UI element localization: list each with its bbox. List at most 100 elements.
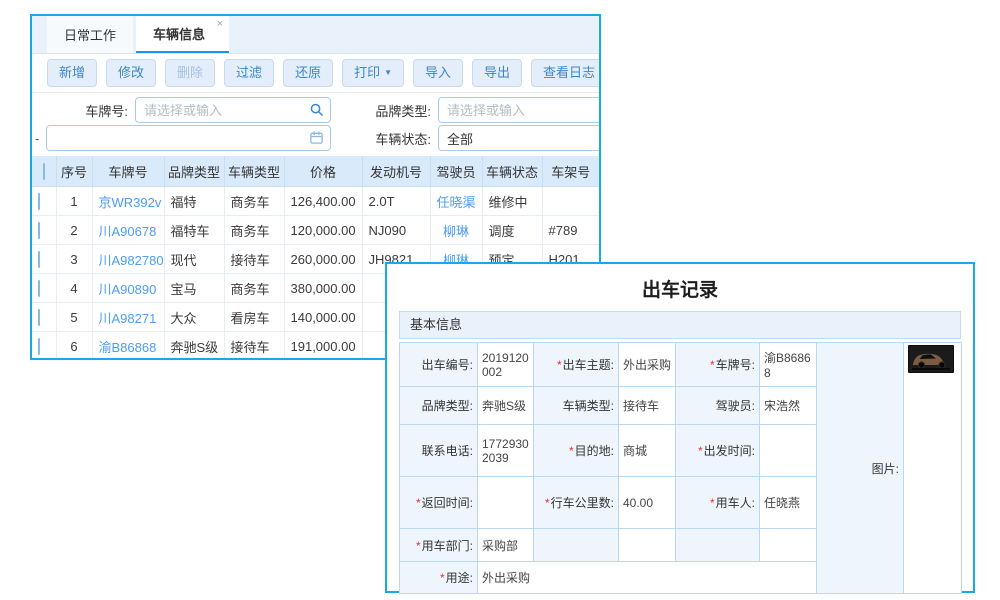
date-range-dash: - [32,131,46,146]
brand-filter-label: 品牌类型: [331,101,438,120]
plate-link[interactable]: 川A90890 [99,282,157,297]
add-button[interactable]: 新增 [47,59,97,87]
plate-filter-input[interactable] [135,97,331,123]
driver-link[interactable]: 任晓渠 [437,195,476,210]
row-checkbox[interactable] [38,309,40,326]
field-value-brand-type: 奔驰S级 [478,387,534,425]
filter-row-1: 车牌号: 品牌类型: [32,96,599,124]
tab-vehicle-info-label: 车辆信息 [153,24,205,43]
close-tab-icon[interactable]: × [217,19,223,30]
col-header-price: 价格 [284,156,362,187]
dispatch-form-table: 出车编号: 2019120002 *出车主题: 外出采购 *车牌号: 渝B868… [399,342,962,594]
export-button[interactable]: 导出 [472,59,522,87]
toolbar: 新增 修改 删除 过滤 还原 打印 ▼ 导入 导出 查看日志 [32,54,599,93]
field-value-department: 采购部 [478,529,534,562]
calendar-icon[interactable] [309,130,324,145]
section-header-basic-info: 基本信息 [399,311,961,339]
dispatch-record-window: 出车记录 基本信息 出车编号: 2019120002 *出车主题: 外出采购 *… [385,262,975,593]
col-header-frame: 车架号 [542,156,599,187]
filter-button[interactable]: 过滤 [224,59,274,87]
col-header-plate: 车牌号 [92,156,164,187]
date-filter-box [46,125,331,151]
field-value-destination: 商城 [619,425,676,477]
brand-filter-input[interactable] [438,97,601,123]
field-label-plate-no: *车牌号: [676,343,760,387]
tab-daily-work[interactable]: 日常工作 [47,16,133,53]
tab-daily-work-label: 日常工作 [64,25,116,44]
table-row: 2 川A90678 福特车 商务车 120,000.00 NJ090 柳琳 调度… [32,216,599,245]
field-label-vehicle-type: 车辆类型: [534,387,619,425]
car-photo-thumbnail[interactable] [908,345,954,373]
field-value-dispatch-no: 2019120002 [478,343,534,387]
col-header-engine: 发动机号 [362,156,430,187]
plate-link[interactable]: 川A90678 [99,224,157,239]
col-header-vtype: 车辆类型 [224,156,284,187]
row-checkbox[interactable] [38,338,40,355]
field-label-purpose: *用途: [400,562,478,594]
plate-link[interactable]: 川A98271 [99,311,157,326]
field-label-dispatch-subject: *出车主题: [534,343,619,387]
field-value-departure-time [760,425,817,477]
row-checkbox[interactable] [38,251,40,268]
field-label-driver: 驾驶员: [676,387,760,425]
driver-link[interactable]: 柳琳 [443,224,469,239]
form-row: 出车编号: 2019120002 *出车主题: 外出采购 *车牌号: 渝B868… [400,343,962,387]
col-header-brand: 品牌类型 [164,156,224,187]
status-filter-value: 全部 [447,129,473,148]
plate-filter-box [135,97,331,123]
dropdown-caret-icon: ▼ [384,69,392,77]
row-checkbox[interactable] [38,222,40,239]
field-label-user: *用车人: [676,477,760,529]
print-button[interactable]: 打印 ▼ [342,59,404,87]
row-checkbox[interactable] [38,193,40,210]
table-row: 1 京WR392v 福特 商务车 126,400.00 2.0T 任晓渠 维修中 [32,187,599,216]
plate-filter-label: 车牌号: [32,101,135,120]
field-label-picture: 图片: [817,343,904,594]
plate-link[interactable]: 京WR392v [99,195,162,210]
plate-link[interactable]: 渝B86868 [99,340,157,355]
col-header-seq: 序号 [56,156,92,187]
field-label-empty [534,529,619,562]
field-label-destination: *目的地: [534,425,619,477]
filter-area: 车牌号: 品牌类型: - [32,93,599,152]
field-value-mileage: 40.00 [619,477,676,529]
field-label-department: *用车部门: [400,529,478,562]
table-header-row: 序号 车牌号 品牌类型 车辆类型 价格 发动机号 驾驶员 车辆状态 车架号 [32,156,599,187]
field-label-brand-type: 品牌类型: [400,387,478,425]
field-value-purpose: 外出采购 [478,562,817,594]
plate-link[interactable]: 川A982780 [99,253,164,268]
field-label-mileage: *行车公里数: [534,477,619,529]
tab-bar: 日常工作 车辆信息 × [32,16,599,54]
field-value-picture [904,343,962,594]
page-title: 出车记录 [387,264,973,311]
edit-button[interactable]: 修改 [106,59,156,87]
filter-row-2: - 车辆状态: 全部 [32,124,599,152]
field-value-dispatch-subject: 外出采购 [619,343,676,387]
status-filter-select[interactable]: 全部 [438,125,601,151]
import-button[interactable]: 导入 [413,59,463,87]
col-header-status: 车辆状态 [482,156,542,187]
col-header-driver: 驾驶员 [430,156,482,187]
field-label-return-time: *返回时间: [400,477,478,529]
delete-button[interactable]: 删除 [165,59,215,87]
field-value-driver: 宋浩然 [760,387,817,425]
brand-filter-box [438,97,601,123]
field-label-phone: 联系电话: [400,425,478,477]
field-value-plate-no: 渝B86868 [760,343,817,387]
date-filter-input[interactable] [46,125,331,151]
field-label-empty [676,529,760,562]
row-checkbox[interactable] [38,280,40,297]
field-value-user: 任晓燕 [760,477,817,529]
restore-button[interactable]: 还原 [283,59,333,87]
field-value-empty [619,529,676,562]
view-log-button[interactable]: 查看日志 [531,59,601,87]
tab-vehicle-info[interactable]: 车辆信息 × [136,16,229,53]
field-label-departure-time: *出发时间: [676,425,760,477]
field-value-vehicle-type: 接待车 [619,387,676,425]
field-value-empty [760,529,817,562]
field-value-return-time [478,477,534,529]
search-icon[interactable] [309,102,324,117]
status-filter-label: 车辆状态: [331,129,438,148]
field-label-dispatch-no: 出车编号: [400,343,478,387]
select-all-checkbox[interactable] [43,163,45,180]
